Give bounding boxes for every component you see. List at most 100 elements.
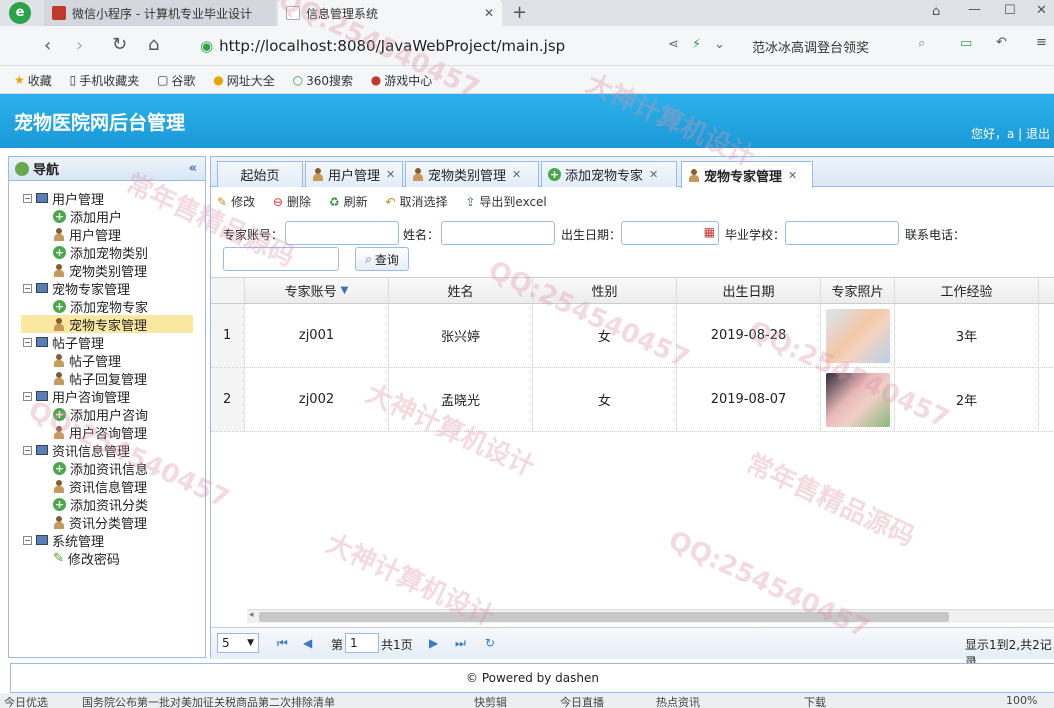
name-input[interactable]	[441, 221, 555, 245]
page-number-input[interactable]: 1	[345, 633, 379, 653]
minimize-button[interactable]: —	[968, 2, 981, 17]
column-header-photo[interactable]: 专家照片	[821, 278, 895, 303]
scroll-thumb[interactable]	[259, 612, 949, 622]
horizontal-scrollbar[interactable]: ◂	[247, 609, 1054, 623]
nav-item-reply-manage[interactable]: 帖子回复管理	[9, 369, 205, 388]
menu-icon[interactable]: ≡	[1036, 35, 1047, 50]
nav-item-add-consult[interactable]: + 添加用户咨询	[9, 405, 205, 424]
bookmark-games[interactable]: ● 游戏中心	[371, 66, 433, 94]
collapse-toggle-icon[interactable]: −	[23, 535, 32, 545]
nav-item-add-pet-category[interactable]: + 添加宠物类别	[9, 243, 205, 262]
nav-group-user[interactable]: − 用户管理	[9, 189, 205, 208]
new-tab-button[interactable]: +	[512, 2, 527, 23]
welcome-logout[interactable]: 您好，a | 退出	[971, 125, 1050, 142]
status-zoom[interactable]: 100%	[1006, 694, 1037, 707]
status-live[interactable]: 今日直播	[560, 694, 604, 708]
collapse-toggle-icon[interactable]: −	[23, 445, 32, 455]
status-today-pick[interactable]: 今日优选	[4, 694, 48, 708]
back-icon[interactable]: ‹	[44, 35, 51, 56]
export-excel-button[interactable]: ⇪ 导出到excel	[465, 193, 546, 210]
nav-item-news-manage[interactable]: 资讯信息管理	[9, 477, 205, 496]
search-icon[interactable]: ⌕	[918, 36, 925, 51]
nav-item-pet-category-manage[interactable]: 宠物类别管理	[9, 261, 205, 280]
delete-button[interactable]: ⊖ 删除	[273, 193, 311, 210]
column-header-name[interactable]: 姓名	[389, 278, 533, 303]
bookmark-360[interactable]: ○ 360搜索	[293, 66, 353, 94]
column-header-birthday[interactable]: 出生日期	[677, 278, 821, 303]
nav-item-change-password[interactable]: ✎ 修改密码	[9, 549, 205, 568]
close-tab-icon[interactable]: ✕	[512, 168, 521, 181]
edit-button[interactable]: ✎ 修改	[217, 193, 255, 210]
column-header-experience[interactable]: 工作经验	[895, 278, 1039, 303]
chevron-down-icon[interactable]: ⌄	[714, 37, 725, 52]
reload-icon[interactable]: ↻	[112, 34, 127, 55]
birthday-input[interactable]: ▦	[621, 221, 719, 245]
forward-icon[interactable]: ›	[76, 35, 83, 56]
tab-start[interactable]: 起始页	[217, 161, 303, 187]
nav-item-news-category-manage[interactable]: 资讯分类管理	[9, 513, 205, 532]
next-page-button[interactable]: ▶	[429, 636, 438, 650]
status-download[interactable]: 下载	[804, 694, 826, 708]
home-icon[interactable]: ⌂	[148, 34, 159, 55]
page-size-select[interactable]: 5 ▼	[217, 633, 259, 653]
shirt-icon[interactable]: ⌂	[932, 4, 940, 19]
collapse-icon[interactable]: «	[189, 161, 197, 176]
collapse-toggle-icon[interactable]: −	[23, 283, 32, 293]
bookmark-sites[interactable]: ● 网址大全	[213, 66, 275, 94]
calendar-icon[interactable]: ▦	[704, 225, 715, 239]
table-row[interactable]: 1 zj001 张兴婷 女 2019-08-28 3年	[211, 304, 1054, 368]
status-quick-edit[interactable]: 快剪辑	[474, 694, 507, 708]
close-tab-icon[interactable]: ✕	[484, 6, 494, 20]
nav-group-post[interactable]: − 帖子管理	[9, 333, 205, 352]
prev-page-button[interactable]: ◀	[303, 636, 312, 650]
browser-tab-info[interactable]: 信息管理系统 ✕	[278, 0, 502, 26]
collapse-toggle-icon[interactable]: −	[23, 193, 32, 203]
tab-pet-category[interactable]: 宠物类别管理 ✕	[405, 161, 539, 187]
bookmark-mobile[interactable]: ▯ 手机收藏夹	[70, 66, 140, 94]
nav-item-post-manage[interactable]: 帖子管理	[9, 351, 205, 370]
cancel-select-button[interactable]: ↶ 取消选择	[385, 193, 447, 210]
nav-group-consult[interactable]: − 用户咨询管理	[9, 387, 205, 406]
table-row[interactable]: 2 zj002 孟晓光 女 2019-08-07 2年	[211, 368, 1054, 432]
query-button[interactable]: ⌕ 查询	[355, 247, 409, 271]
phone-input[interactable]	[223, 247, 339, 271]
nav-item-add-expert[interactable]: + 添加宠物专家	[9, 297, 205, 316]
url-field[interactable]: ◉ http://localhost:8080/JavaWebProject/m…	[200, 33, 740, 59]
last-page-button[interactable]: ⏭	[455, 636, 466, 651]
column-header-account[interactable]: 专家账号 ▼	[245, 278, 389, 303]
first-page-button[interactable]: ⏮	[277, 636, 288, 651]
tab-expert-manage[interactable]: 宠物专家管理 ✕	[681, 161, 813, 188]
collapse-toggle-icon[interactable]: −	[23, 391, 32, 401]
browser-tab-wechat[interactable]: 微信小程序 - 计算机专业毕业设计	[44, 0, 276, 26]
nav-item-add-user[interactable]: + 添加用户	[9, 207, 205, 226]
refresh-icon[interactable]: ↻	[485, 636, 495, 650]
close-tab-icon[interactable]: ✕	[788, 169, 797, 182]
nav-item-consult-manage[interactable]: 用户咨询管理	[9, 423, 205, 442]
status-news-ticker[interactable]: 国务院公布第一批对美加征关税商品第二次排除清单	[82, 694, 335, 708]
share-icon[interactable]: ⋖	[668, 37, 679, 52]
tab-user-manage[interactable]: 用户管理 ✕	[305, 161, 403, 187]
bookmark-google[interactable]: ▢ 谷歌	[157, 66, 195, 94]
status-hot-news[interactable]: 热点资讯	[656, 694, 700, 708]
bolt-icon[interactable]: ⚡	[692, 37, 701, 52]
maximize-button[interactable]: ☐	[1004, 3, 1016, 18]
nav-group-news[interactable]: − 资讯信息管理	[9, 441, 205, 460]
nav-item-add-news[interactable]: + 添加资讯信息	[9, 459, 205, 478]
school-input[interactable]	[785, 221, 899, 245]
column-header-gender[interactable]: 性别	[533, 278, 677, 303]
refresh-button[interactable]: ♻ 刷新	[329, 193, 368, 210]
nav-item-add-news-category[interactable]: + 添加资讯分类	[9, 495, 205, 514]
collapse-toggle-icon[interactable]: −	[23, 337, 32, 347]
close-window-button[interactable]: ✕	[1036, 3, 1047, 18]
nav-group-system[interactable]: − 系统管理	[9, 531, 205, 550]
nav-item-user-manage[interactable]: 用户管理	[9, 225, 205, 244]
close-tab-icon[interactable]: ✕	[386, 168, 395, 181]
nav-group-expert[interactable]: − 宠物专家管理	[9, 279, 205, 298]
undo-icon[interactable]: ↶	[996, 35, 1007, 50]
search-hint[interactable]: 范冰冰高调登台领奖	[752, 37, 869, 56]
scroll-left-icon[interactable]: ◂	[249, 610, 254, 620]
close-tab-icon[interactable]: ✕	[649, 168, 658, 181]
account-input[interactable]	[285, 221, 399, 245]
bookmark-favorites[interactable]: ★ 收藏	[14, 66, 52, 94]
tab-add-expert[interactable]: + 添加宠物专家 ✕	[541, 161, 677, 187]
